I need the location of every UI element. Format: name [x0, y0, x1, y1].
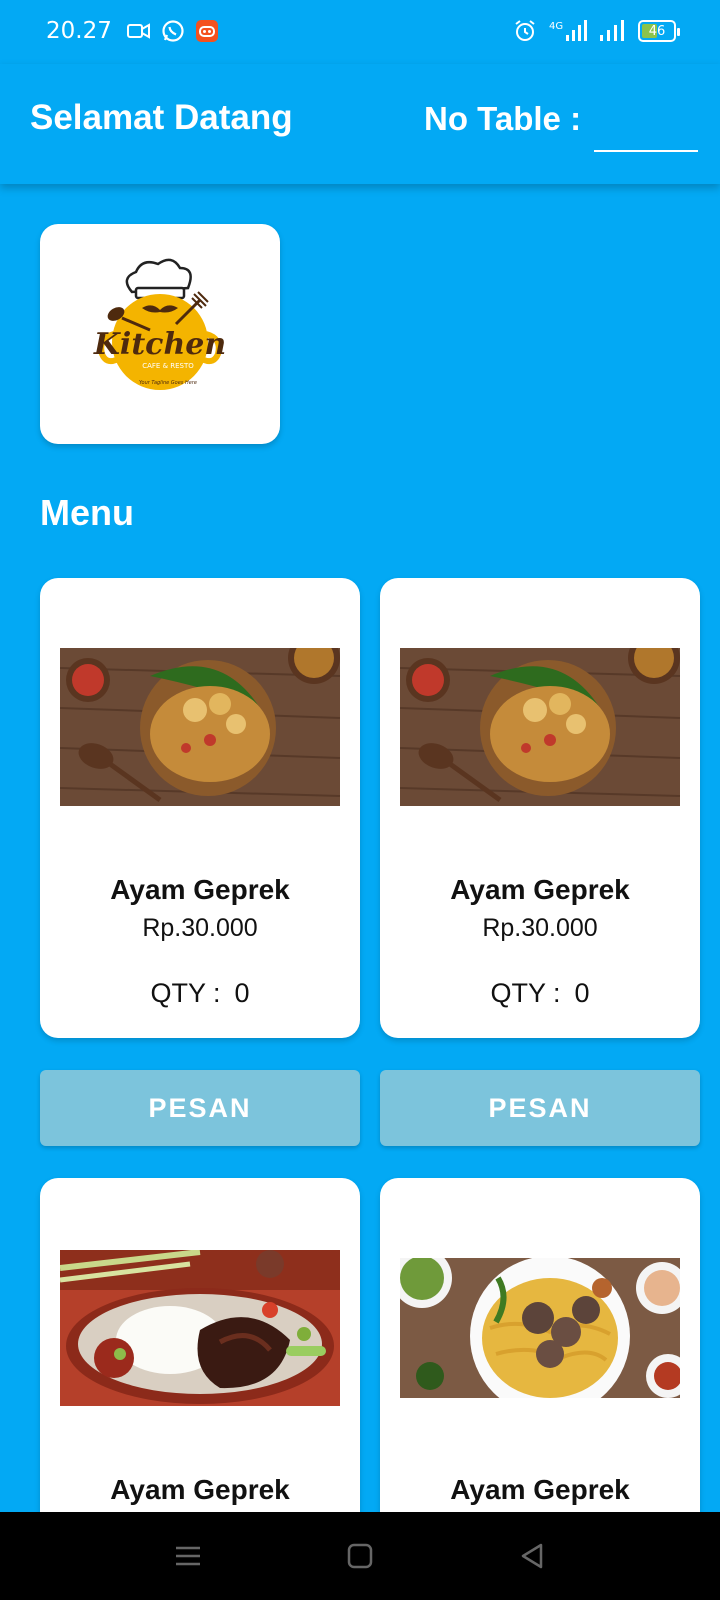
app-notification-icon — [194, 18, 220, 44]
menu-item-card: Ayam Geprek — [40, 1178, 360, 1538]
menu-item-price: Rp.30.000 — [142, 914, 258, 942]
logo-subtitle: CAFE & RESTO — [142, 362, 194, 370]
quantity-display: QTY : 0 — [40, 978, 360, 1009]
quantity-label: QTY : — [490, 978, 561, 1008]
table-number-input[interactable] — [594, 94, 698, 152]
quantity-value: 0 — [574, 978, 590, 1008]
video-call-icon — [126, 18, 152, 44]
signal-4g-icon: 4G — [548, 18, 588, 44]
status-time: 20.27 — [46, 18, 112, 44]
ayam-bakar-photo — [60, 1250, 340, 1406]
battery-icon: 46 — [638, 20, 680, 42]
status-system-icons: 4G 46 — [512, 18, 680, 44]
menu-item-card: Ayam Geprek Rp.30.000 QTY : 0 — [380, 578, 700, 1038]
welcome-title: Selamat Datang — [30, 98, 293, 137]
app-bar: Selamat Datang No Table : — [0, 64, 720, 184]
quantity-label: QTY : — [150, 978, 221, 1008]
logo-tagline: Your Tagline Goes Here — [139, 380, 197, 386]
kitchen-logo: Kitchen CAFE & RESTO Your Tagline Goes H… — [93, 258, 226, 390]
restaurant-logo-card: Kitchen CAFE & RESTO Your Tagline Goes H… — [40, 224, 280, 444]
menu-icon[interactable] — [170, 1538, 206, 1574]
back-icon[interactable] — [514, 1538, 550, 1574]
menu-item-name: Ayam Geprek — [450, 874, 630, 905]
mie-bakso-photo — [400, 1258, 680, 1398]
signal-icon — [598, 18, 628, 44]
menu-item-price: Rp.30.000 — [482, 914, 598, 942]
system-navigation-bar — [0, 1512, 720, 1600]
order-button[interactable]: PESAN — [380, 1070, 700, 1146]
status-bar: 20.27 4G 46 — [0, 0, 720, 64]
quantity-display: QTY : 0 — [380, 978, 700, 1009]
logo-brand-name: Kitchen — [93, 327, 226, 362]
menu-item-name: Ayam Geprek — [110, 874, 290, 905]
menu-item-name: Ayam Geprek — [110, 1474, 290, 1505]
alarm-icon — [512, 18, 538, 44]
menu-item-card: Ayam Geprek Rp.30.000 QTY : 0 — [40, 578, 360, 1038]
battery-level: 46 — [648, 23, 666, 39]
quantity-value: 0 — [234, 978, 250, 1008]
order-button[interactable]: PESAN — [40, 1070, 360, 1146]
nasi-goreng-photo — [60, 648, 340, 806]
table-number-label: No Table : — [424, 100, 582, 137]
menu-heading: Menu — [40, 492, 134, 533]
status-notification-icons — [126, 18, 220, 44]
menu-item-name: Ayam Geprek — [450, 1474, 630, 1505]
menu-item-card: Ayam Geprek — [380, 1178, 700, 1538]
home-icon[interactable] — [342, 1538, 378, 1574]
whatsapp-icon — [160, 18, 186, 44]
svg-text:4G: 4G — [549, 21, 563, 32]
nasi-goreng-photo — [400, 648, 680, 806]
